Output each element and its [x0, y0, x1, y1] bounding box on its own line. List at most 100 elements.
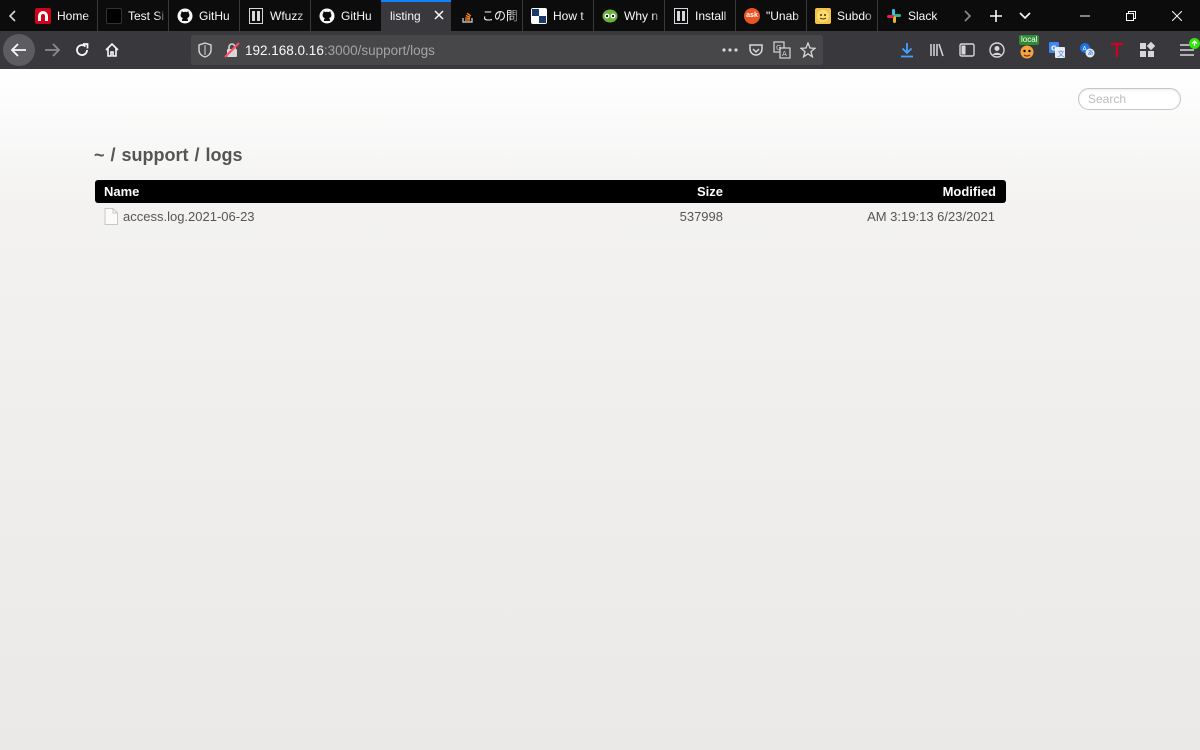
slack-icon: [886, 8, 902, 24]
tab-label: listing: [390, 8, 421, 23]
downloads-button[interactable]: [892, 35, 922, 65]
breadcrumb-support-link[interactable]: support: [122, 145, 189, 166]
scroll-tabs-right-button[interactable]: [952, 0, 981, 31]
translator-icon: Aあ: [1080, 43, 1095, 58]
breadcrumb-logs-link[interactable]: logs: [206, 145, 243, 166]
file-listing-table: Name Size Modified access.log.2021-06-23…: [95, 180, 1006, 230]
tab-test-site[interactable]: Test Si: [97, 0, 168, 31]
app-menu-button[interactable]: [1172, 35, 1200, 65]
file-icon: [104, 208, 118, 225]
github-icon: [177, 8, 193, 24]
scroll-tabs-left-button[interactable]: [0, 0, 26, 31]
local-extension-button[interactable]: local: [1012, 35, 1042, 65]
url-host: 192.168.0.16: [245, 42, 324, 58]
tab-listing[interactable]: listing: [381, 0, 451, 31]
table-row[interactable]: access.log.2021-06-23 537998 AM 3:19:13 …: [95, 203, 1006, 230]
url-text[interactable]: 192.168.0.16:3000/support/logs: [245, 43, 435, 58]
address-bar[interactable]: 192.168.0.16:3000/support/logs GA: [191, 35, 823, 65]
askubuntu-icon: ask: [744, 7, 760, 24]
account-icon: [989, 42, 1005, 58]
column-header-modified[interactable]: Modified: [723, 184, 1006, 199]
home-button[interactable]: [97, 35, 127, 65]
navigation-toolbar: 192.168.0.16:3000/support/logs GA local …: [0, 31, 1200, 69]
new-tab-button[interactable]: [981, 0, 1010, 31]
update-badge-icon: [1189, 38, 1200, 49]
page-actions: GA: [721, 41, 823, 59]
breadcrumb-separator: /: [194, 145, 200, 165]
file-modified: AM 3:19:13 6/23/2021: [867, 209, 995, 224]
close-icon: [1172, 10, 1182, 21]
tab-label: Wfuzz: [270, 8, 304, 23]
home-icon: [105, 42, 119, 57]
chevron-left-icon: [8, 9, 16, 22]
library-icon: [930, 43, 944, 57]
bookmark-star-button[interactable]: [799, 41, 817, 59]
sidebar-button[interactable]: [952, 35, 982, 65]
tracking-protection-shield-icon[interactable]: [191, 42, 219, 58]
close-tab-button[interactable]: [431, 7, 447, 25]
doc-icon: [673, 7, 689, 24]
pocket-button[interactable]: [747, 41, 765, 59]
translate-icon: GA: [773, 41, 791, 59]
star-icon: [800, 42, 816, 58]
toolbar-icons: local G文 Aあ: [892, 31, 1200, 69]
extension-badge: local: [1019, 35, 1040, 45]
tab-slack[interactable]: Slack: [877, 0, 948, 31]
tab-label: Subdo: [837, 8, 872, 23]
google-translate-extension-button[interactable]: G文: [1042, 35, 1072, 65]
tab-install[interactable]: Install: [664, 0, 735, 31]
chevron-right-icon: [963, 9, 971, 22]
owl-icon: [602, 8, 618, 24]
plus-icon: [989, 9, 1002, 22]
reload-button[interactable]: [67, 35, 97, 65]
tab-stackoverflow-ja[interactable]: この問: [451, 0, 522, 31]
list-all-tabs-button[interactable]: [1010, 0, 1039, 31]
forward-button[interactable]: [37, 35, 67, 65]
translate-button[interactable]: GA: [773, 41, 791, 59]
file-size: 537998: [679, 209, 723, 224]
t-extension-button[interactable]: [1102, 35, 1132, 65]
restore-button[interactable]: [1108, 0, 1154, 31]
translator-extension-button[interactable]: Aあ: [1072, 35, 1102, 65]
search-input[interactable]: [1078, 88, 1181, 110]
svg-text:あ: あ: [1088, 50, 1094, 57]
svg-text:文: 文: [1058, 49, 1065, 58]
minimize-button[interactable]: [1062, 0, 1108, 31]
tab-wfuzz[interactable]: Wfuzz: [239, 0, 310, 31]
column-header-size[interactable]: Size: [623, 184, 723, 199]
tab-home[interactable]: Home: [26, 0, 97, 31]
emoji-icon: [815, 7, 831, 24]
tab-label: "Unab: [766, 8, 799, 23]
checker-icon: [531, 7, 547, 24]
back-button[interactable]: [3, 34, 35, 66]
pocket-icon: [749, 44, 763, 56]
column-header-name[interactable]: Name: [95, 184, 623, 199]
tab-why[interactable]: Why n: [593, 0, 664, 31]
page-actions-button[interactable]: [721, 41, 739, 59]
svg-text:G: G: [1051, 45, 1057, 53]
file-name-cell[interactable]: access.log.2021-06-23: [95, 208, 623, 225]
reload-icon: [76, 43, 89, 56]
tab-subdomain[interactable]: Subdo: [806, 0, 877, 31]
account-button[interactable]: [982, 35, 1012, 65]
tab-how-to[interactable]: How t: [522, 0, 593, 31]
tab-github-2[interactable]: GitHu: [310, 0, 381, 31]
extensions-grid-button[interactable]: [1132, 35, 1162, 65]
sidebar-icon: [959, 43, 975, 57]
tab-askubuntu[interactable]: ask "Unab: [735, 0, 806, 31]
library-button[interactable]: [922, 35, 952, 65]
file-name-link[interactable]: access.log.2021-06-23: [123, 209, 255, 224]
tab-label: Install: [695, 8, 727, 23]
breadcrumb: ~ / support / logs: [94, 145, 243, 166]
more-icon: [722, 48, 738, 52]
breadcrumb-home-link[interactable]: ~: [94, 145, 105, 166]
minimize-icon: [1080, 15, 1090, 16]
insecure-connection-lock-icon[interactable]: [219, 42, 245, 58]
close-icon: [434, 9, 444, 20]
close-window-button[interactable]: [1154, 0, 1200, 31]
page-content: ~ / support / logs Name Size Modified ac…: [0, 69, 1200, 750]
tab-label: GitHu: [341, 8, 372, 23]
tab-github-1[interactable]: GitHu: [168, 0, 239, 31]
google-translate-icon: G文: [1049, 42, 1065, 58]
breadcrumb-separator: /: [110, 145, 116, 165]
